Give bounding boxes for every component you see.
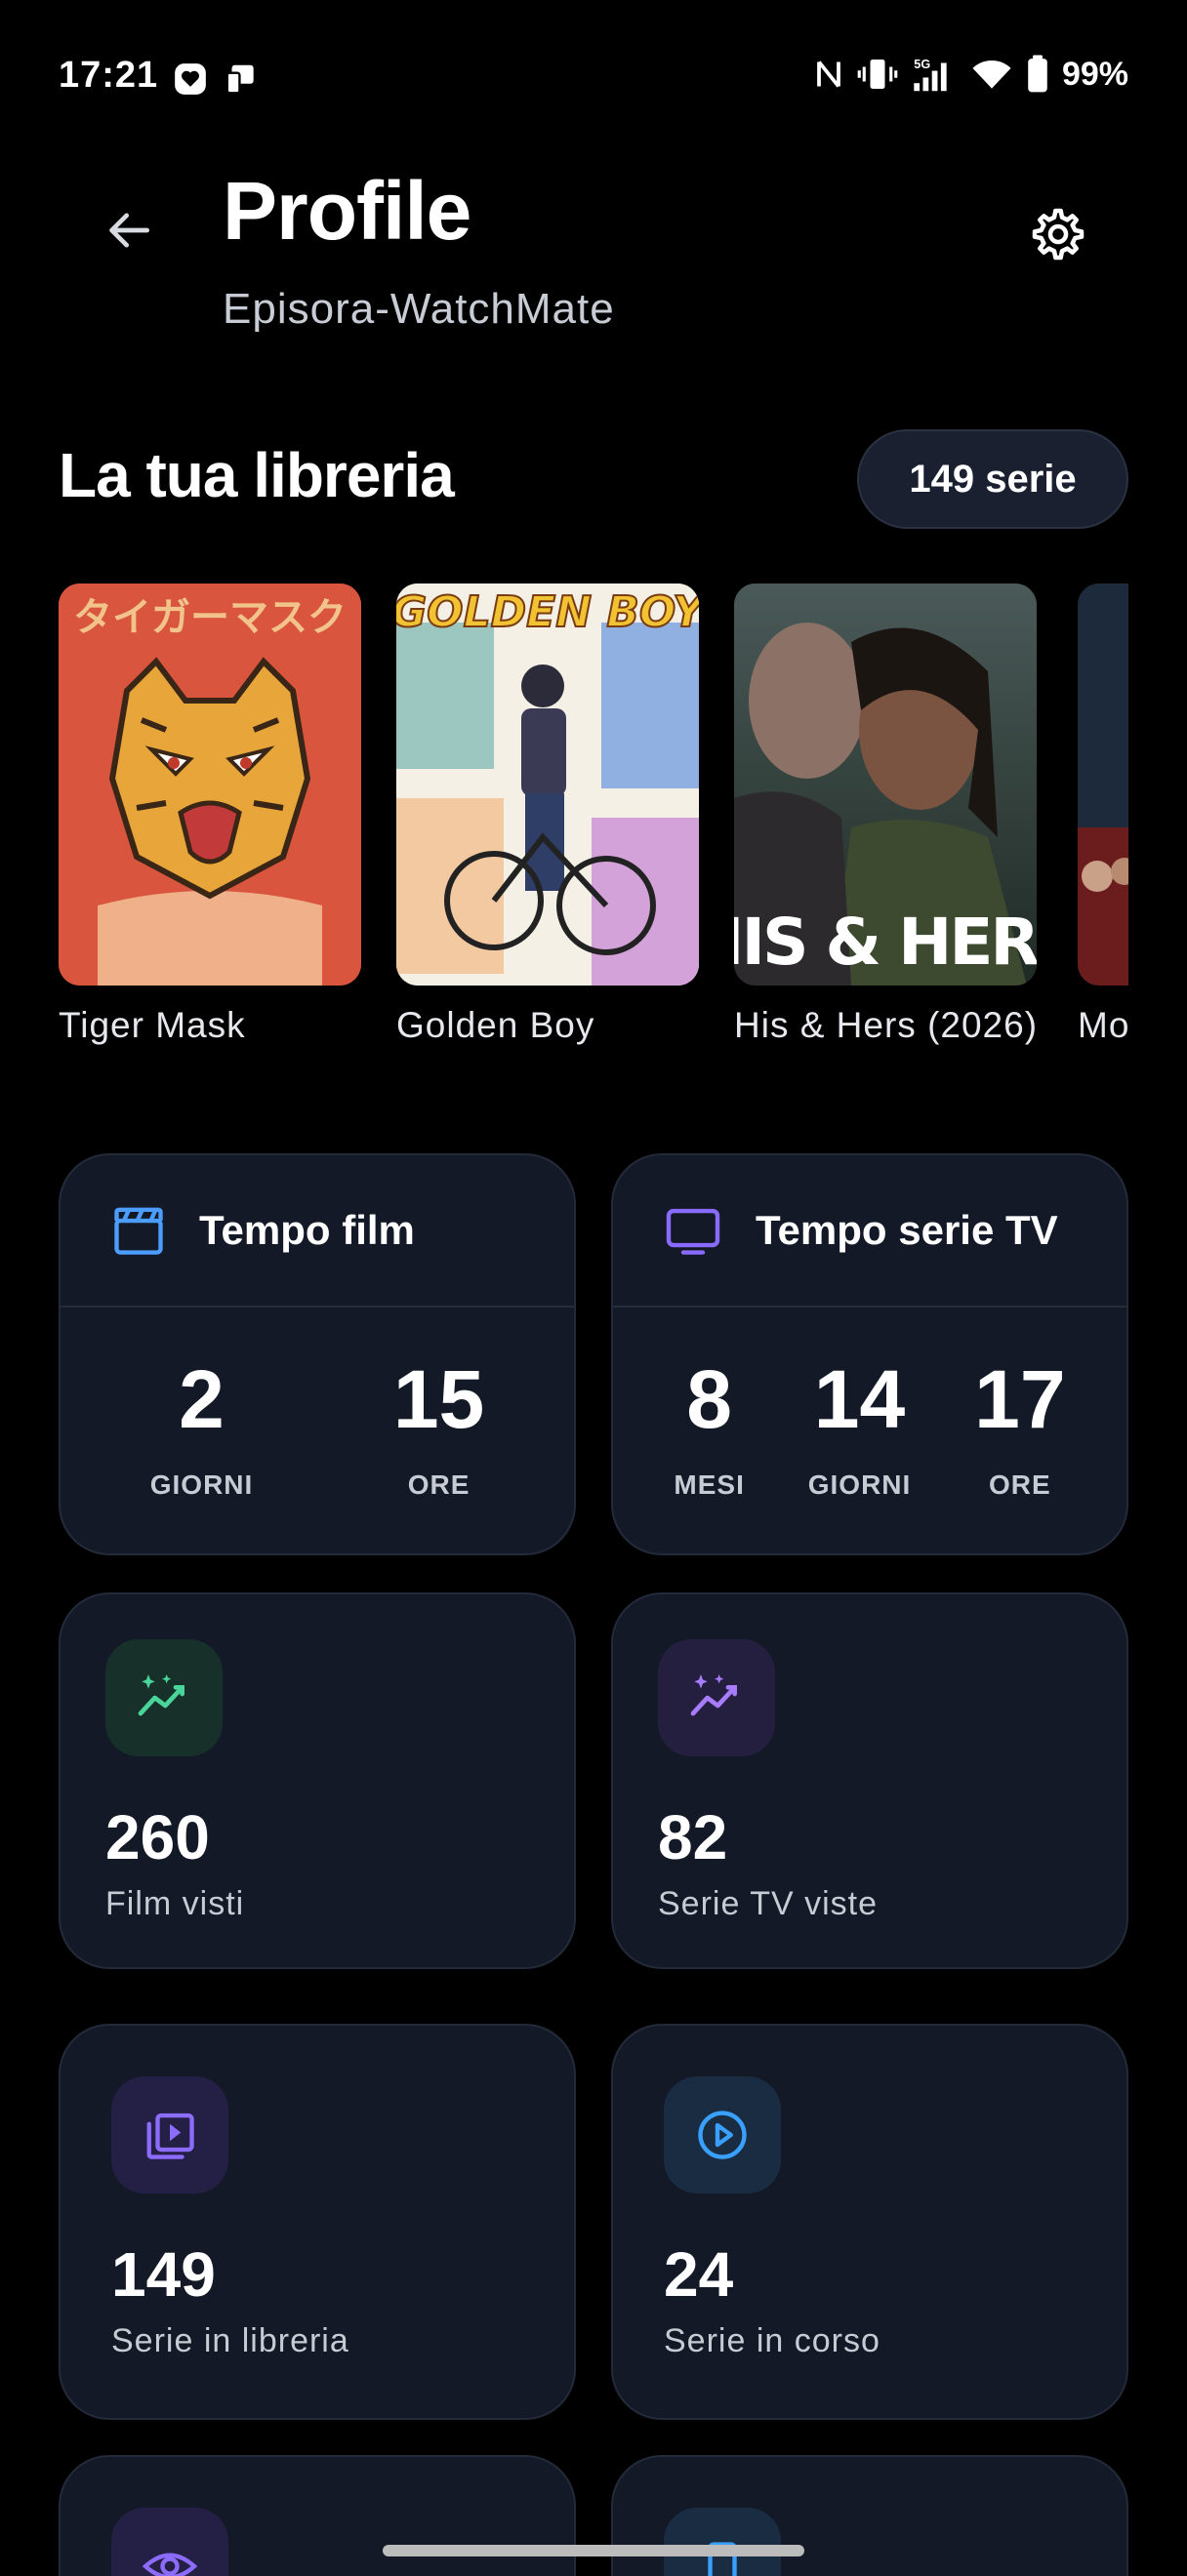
tv-hours-stat: 17 ORE xyxy=(974,1358,1065,1501)
nfc-icon xyxy=(817,60,840,88)
movie-hours-unit: ORE xyxy=(407,1469,471,1500)
signal-5g-icon: 5G xyxy=(914,58,947,92)
home-indicator[interactable] xyxy=(383,2545,804,2556)
stat-icon-box xyxy=(105,1639,223,1756)
tv-months-unit: MESI xyxy=(674,1469,745,1500)
poster-title: His & Hers (2026) xyxy=(734,1005,1039,1045)
library-play-icon xyxy=(146,2113,194,2159)
movie-time-card[interactable]: Tempo film 2 GIORNI 15 ORE xyxy=(59,1153,576,1555)
stat-icon-box xyxy=(664,2076,781,2194)
tv-icon xyxy=(666,1208,720,1255)
tv-watched-value: 82 xyxy=(658,1802,728,1872)
library-series-value: 149 xyxy=(111,2239,216,2310)
vibrate-icon xyxy=(857,60,898,89)
wifi-icon xyxy=(972,60,1011,89)
status-bar: 17:21 5G 99% xyxy=(0,0,1187,156)
tv-days-value: 14 xyxy=(813,1353,906,1445)
library-item[interactable]: HIS & HERS His & Hers (2026) xyxy=(734,584,1037,1046)
tv-hours-value: 17 xyxy=(974,1353,1066,1445)
movies-watched-card[interactable]: 260 Film visti xyxy=(59,1592,576,1969)
stat-icon-box xyxy=(658,1639,775,1756)
poster-title: Tiger Mask xyxy=(59,1005,246,1045)
trending-sparkle-icon xyxy=(138,1674,184,1716)
library-series-card[interactable]: 149 Serie in libreria xyxy=(59,2024,576,2420)
tv-months-value: 8 xyxy=(686,1353,733,1445)
poster-title: Mo xyxy=(1078,1005,1128,1045)
poster-image: タイガーマスク xyxy=(59,584,361,986)
poster-image: HIS & HERS xyxy=(734,584,1037,986)
movie-days-value: 2 xyxy=(179,1353,225,1445)
tv-watched-label: Serie TV viste xyxy=(658,1885,879,1922)
watchlist-card[interactable] xyxy=(59,2455,576,2576)
stat-icon-box xyxy=(664,2508,781,2576)
tv-months-stat: 8 MESI xyxy=(674,1358,744,1501)
stat-icon-box xyxy=(111,2076,228,2194)
gear-icon xyxy=(1032,208,1085,261)
library-item[interactable]: Mo xyxy=(1078,584,1128,1046)
svg-text:HIS & HERS: HIS & HERS xyxy=(734,905,1037,980)
tv-hours-unit: ORE xyxy=(989,1469,1051,1500)
library-title: La tua libreria xyxy=(59,440,455,510)
svg-text:5G: 5G xyxy=(914,58,930,71)
series-in-progress-value: 24 xyxy=(664,2239,734,2310)
status-system-icons: 5G 99% xyxy=(814,55,1128,94)
device-card[interactable] xyxy=(611,2455,1128,2576)
library-item[interactable]: GOLDEN BOY Golden Boy xyxy=(396,584,699,1046)
library-item[interactable]: タイガーマスク Tiger Mask xyxy=(59,584,361,1046)
series-in-progress-label: Serie in corso xyxy=(664,2322,880,2359)
arrow-back-icon xyxy=(109,213,150,248)
status-notification-icons xyxy=(172,60,260,98)
tv-days-stat: 14 GIORNI xyxy=(808,1358,912,1501)
heart-app-icon xyxy=(175,63,206,95)
movie-hours-value: 15 xyxy=(392,1353,485,1445)
trending-sparkle-icon xyxy=(690,1674,737,1716)
poster-title: Golden Boy xyxy=(396,1005,595,1045)
tv-time-card[interactable]: Tempo serie TV 8 MESI 14 GIORNI 17 ORE xyxy=(611,1153,1128,1555)
phone-icon xyxy=(708,2542,737,2576)
back-button[interactable] xyxy=(94,195,164,265)
library-carousel[interactable]: タイガーマスク Tiger Mask GOLDEN BOY Golden Boy… xyxy=(59,584,1128,1052)
page-title: Profile xyxy=(223,165,471,257)
svg-text:タイガーマスク: タイガーマスク xyxy=(73,595,347,640)
clapperboard-icon xyxy=(114,1207,163,1255)
battery-percent: 99% xyxy=(1061,55,1128,93)
poster-image xyxy=(1078,584,1128,986)
battery-icon xyxy=(1028,55,1047,93)
cast-app-icon xyxy=(225,64,254,95)
series-in-progress-card[interactable]: 24 Serie in corso xyxy=(611,2024,1128,2420)
movie-hours-stat: 15 ORE xyxy=(393,1358,484,1501)
tv-time-label: Tempo serie TV xyxy=(756,1207,1058,1253)
svg-text:GOLDEN BOY: GOLDEN BOY xyxy=(396,587,699,637)
eye-icon xyxy=(142,2553,198,2576)
tv-time-card-header: Tempo serie TV xyxy=(613,1155,1126,1308)
play-circle-icon xyxy=(698,2111,747,2159)
library-count-badge[interactable]: 149 serie xyxy=(857,429,1128,529)
tv-days-unit: GIORNI xyxy=(807,1469,912,1500)
movie-days-stat: 2 GIORNI xyxy=(150,1358,254,1501)
status-time: 17:21 xyxy=(59,55,159,96)
poster-image: GOLDEN BOY xyxy=(396,584,699,986)
movies-watched-label: Film visti xyxy=(105,1885,245,1922)
settings-button[interactable] xyxy=(1015,191,1101,277)
movie-time-label: Tempo film xyxy=(199,1207,415,1253)
stat-icon-box xyxy=(111,2508,228,2576)
movies-watched-value: 260 xyxy=(105,1802,210,1872)
movie-time-card-header: Tempo film xyxy=(61,1155,574,1308)
movie-days-unit: GIORNI xyxy=(149,1469,254,1500)
tv-watched-card[interactable]: 82 Serie TV viste xyxy=(611,1592,1128,1969)
page-subtitle: Episora-WatchMate xyxy=(223,285,615,333)
library-series-label: Serie in libreria xyxy=(111,2322,349,2359)
